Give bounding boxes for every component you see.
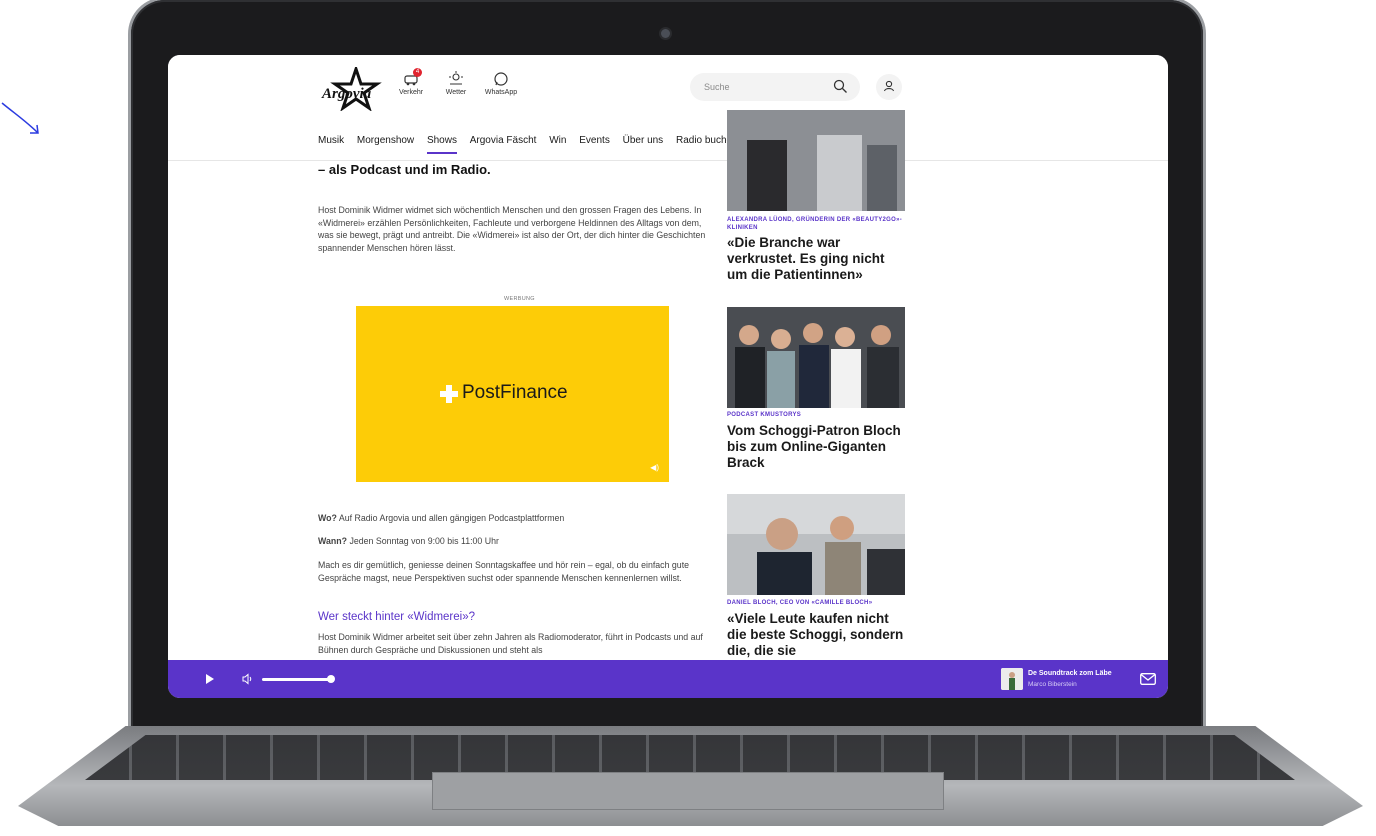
search-icon[interactable] [833, 79, 848, 94]
browser-screen: Argovia 4 Verkehr Wetter WhatsApp Suche [168, 55, 1168, 698]
weather-icon [447, 71, 465, 87]
section-text: Host Dominik Widmer arbeitet seit über z… [318, 632, 703, 655]
whatsapp-icon [492, 71, 510, 87]
quicklink-label: Wetter [445, 89, 467, 96]
when-line: Wann? Jeden Sonntag von 9:00 bis 11:00 U… [318, 535, 499, 548]
now-playing-title: De Soundtrack zom Läbe [1028, 670, 1112, 677]
quicklink-label: WhatsApp [484, 89, 518, 96]
card-image-2[interactable] [727, 307, 905, 408]
card-title-1[interactable]: «Die Branche war verkrustet. Es ging nic… [727, 235, 905, 283]
card-kicker-1: ALEXANDRA LÜOND, GRÜNDERIN DER «BEAUTY2G… [727, 217, 903, 231]
card-image-1[interactable] [727, 110, 905, 211]
site-header: Argovia 4 Verkehr Wetter WhatsApp Suche [168, 55, 1168, 161]
volume-slider[interactable] [262, 678, 332, 681]
postfinance-ad[interactable]: PostFinance ◀) [356, 306, 669, 482]
volume-slider-handle[interactable] [327, 675, 335, 683]
webcam [661, 29, 670, 38]
mute-icon[interactable]: ◀) [650, 463, 659, 472]
trackpad [432, 772, 944, 810]
postfinance-cross-icon [440, 385, 458, 403]
nav-item-shows[interactable]: Shows [426, 135, 457, 154]
user-icon [883, 80, 895, 92]
article-subtitle: – als Podcast und im Radio. [318, 162, 491, 177]
when-label: Wann? [318, 536, 347, 546]
now-playing-thumbnail [1001, 668, 1023, 690]
traffic-icon: 4 [402, 68, 422, 87]
section-heading: Wer steckt hinter «Widmerei»? [318, 611, 476, 623]
nav-item-musik[interactable]: Musik [318, 135, 344, 146]
where-line: Wo? Auf Radio Argovia und allen gängigen… [318, 512, 564, 525]
card-title-3[interactable]: «Viele Leute kaufen nicht die beste Scho… [727, 611, 905, 659]
nav-item-events[interactable]: Events [579, 135, 610, 146]
quicklink-label: Verkehr [398, 89, 424, 96]
play-icon[interactable] [206, 674, 214, 684]
search-placeholder: Suche [704, 82, 730, 92]
article-cta: Mach es dir gemütlich, geniesse deinen S… [318, 560, 690, 583]
nav-item-argovia-faescht[interactable]: Argovia Fäscht [470, 135, 537, 146]
audio-player-bar: De Soundtrack zom Läbe Marco Biberstein [168, 660, 1168, 698]
mail-icon[interactable] [1140, 673, 1156, 685]
arrow-icon [1, 102, 39, 134]
card-kicker-2: PODCAST KMUSTORYS [727, 412, 802, 418]
article-intro: Host Dominik Widmer widmet sich wöchentl… [318, 205, 706, 253]
search-input[interactable]: Suche [690, 73, 860, 101]
card-kicker-3: DANIEL BLOCH, CEO VON «CAMILLE BLOCH» [727, 600, 873, 606]
nav-item-morgenshow[interactable]: Morgenshow [357, 135, 414, 146]
quicklink-traffic[interactable]: 4 Verkehr [386, 68, 436, 96]
quicklink-weather[interactable]: Wetter [431, 71, 481, 96]
nav-item-ueber-uns[interactable]: Über uns [623, 135, 664, 146]
when-text: Jeden Sonntag von 9:00 bis 11:00 Uhr [347, 536, 499, 546]
card-image-3[interactable] [727, 494, 905, 595]
now-playing-artist: Marco Biberstein [1028, 681, 1077, 688]
main-nav: Musik Morgenshow Shows Argovia Fäscht Wi… [318, 135, 748, 154]
argovia-logo[interactable]: Argovia [316, 67, 396, 111]
quicklink-whatsapp[interactable]: WhatsApp [476, 71, 526, 96]
ad-label: WERBUNG [504, 296, 535, 302]
card-title-2[interactable]: Vom Schoggi-Patron Bloch bis zum Online-… [727, 423, 905, 471]
logo-text: Argovia [321, 86, 372, 102]
where-text: Auf Radio Argovia und allen gängigen Pod… [336, 513, 565, 523]
ad-brand: PostFinance [462, 382, 568, 403]
volume-icon[interactable] [242, 673, 254, 685]
nav-item-win[interactable]: Win [549, 135, 566, 146]
account-button[interactable] [876, 74, 902, 100]
where-label: Wo? [318, 513, 337, 523]
traffic-badge: 4 [413, 68, 422, 77]
